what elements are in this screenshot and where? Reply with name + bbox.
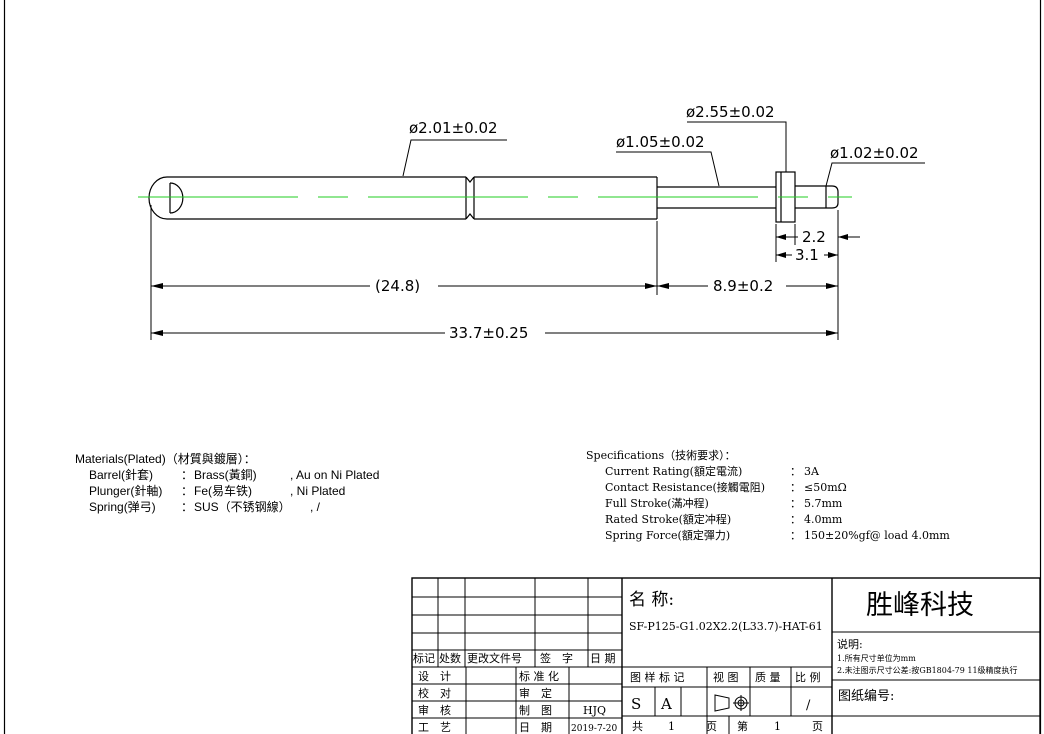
spec-sep: ：	[790, 465, 801, 478]
name-label: 名 称:	[629, 590, 674, 610]
dim-collar-diameter: ø2.55±0.02	[686, 103, 775, 121]
mark-value: S	[631, 695, 641, 713]
sign-label: 日 期	[519, 721, 552, 734]
notes-title: 说明:	[837, 637, 863, 651]
page-no: 1	[774, 720, 781, 733]
company-name: 胜峰科技	[866, 590, 974, 621]
mark-label: 视 图	[713, 670, 739, 684]
rev-header: 日 期	[590, 652, 616, 665]
mark-label: 质 量	[755, 671, 781, 684]
material-plating: , Ni Plated	[290, 484, 345, 498]
spec-value: 4.0mm	[804, 513, 843, 526]
page-no-label: 第	[737, 719, 748, 733]
dim-length-3-1: 3.1	[795, 246, 819, 264]
spec-value: ≤50mΩ	[804, 481, 847, 494]
spec-label: Full Stroke(滿冲程)	[605, 496, 709, 510]
page-unit: 页	[812, 720, 823, 733]
page-unit: 页	[706, 720, 717, 733]
dim-plunger-length: 8.9±0.2	[713, 277, 773, 295]
drawing-no-label: 图纸编号:	[838, 689, 894, 704]
drawing-sheet: ø2.01±0.02 ø1.05±0.02 ø2.55±0.02 ø1.02±0…	[3, 0, 1042, 734]
projection-symbol-icon	[714, 694, 749, 712]
material-sep: ：	[181, 468, 193, 482]
crimp-groove-bottom	[465, 213, 475, 220]
dim-barrel-length: (24.8)	[375, 277, 420, 295]
rev-header: 标记	[413, 651, 435, 665]
spec-label: Contact Resistance(接觸電阻)	[605, 480, 765, 494]
crimp-groove-top	[465, 176, 475, 183]
sign-label: 审 核	[418, 703, 451, 717]
page-total: 1	[668, 720, 675, 733]
material-part: Barrel(針套)	[89, 467, 153, 482]
dim-barrel-diameter: ø2.01±0.02	[409, 119, 498, 137]
mark-value: /	[806, 698, 811, 713]
sign-label: 标 准 化	[519, 669, 559, 683]
sheet-border	[3, 0, 1042, 734]
sign-label: 校 对	[418, 686, 451, 700]
drafter-value: HJQ	[583, 704, 606, 717]
spec-value: 150±20%gf@ load 4.0mm	[804, 529, 950, 542]
material-plating: , /	[310, 500, 321, 514]
mark-label: 比 例	[795, 670, 821, 684]
spec-sep: ：	[790, 529, 801, 542]
spec-sep: ：	[790, 497, 801, 510]
title-block-texts: 标记 处数 更改文件号 签 字 日 期 设 计 标 准 化 校 对 审 定 审 …	[413, 590, 1018, 734]
material-sep: ：	[181, 500, 193, 514]
material-part: Spring(弹弓)	[89, 500, 156, 514]
spec-label: Rated Stroke(額定冲程)	[605, 512, 731, 526]
materials-block: Materials(Plated)（材質與鍍層）： Barrel(針套) ： B…	[75, 451, 379, 514]
material-name: SUS（不锈钢線）	[194, 499, 291, 514]
rev-header: 签 字	[540, 651, 573, 665]
material-name: Fe(易车铁)	[194, 483, 252, 498]
spec-value: 3A	[804, 465, 820, 478]
rev-header: 处数	[439, 652, 461, 665]
spec-label: Spring Force(額定彈力)	[605, 528, 730, 542]
material-plating: , Au on Ni Plated	[290, 468, 379, 482]
mark-label: 图 样 标 记	[630, 670, 685, 684]
sign-label: 审 定	[519, 686, 552, 700]
leader-tip-diameter	[825, 162, 925, 187]
material-part: Plunger(針軸)	[89, 483, 162, 498]
barrel-end-inner-arc	[169, 182, 184, 214]
dim-total-length: 33.7±0.25	[449, 324, 528, 342]
materials-title: Materials(Plated)（材質與鍍層）：	[75, 451, 256, 466]
spec-sep: ：	[790, 513, 801, 526]
leader-barrel-diameter	[402, 139, 507, 177]
specifications-title: Specifications（技術要求）：	[586, 449, 736, 462]
sign-label: 设 计	[418, 670, 451, 683]
barrel-rounded-end	[148, 176, 168, 220]
leader-plunger-diameter	[616, 151, 720, 187]
dim-length-2-2: 2.2	[802, 228, 826, 246]
mark-value: A	[660, 695, 672, 713]
material-sep: ：	[181, 484, 193, 498]
part-number: SF-P125-G1.02X2.2(L33.7)-HAT-61	[629, 620, 823, 633]
sign-label: 工 艺	[418, 721, 451, 734]
spec-label: Current Rating(額定電流)	[605, 464, 742, 478]
spec-value: 5.7mm	[804, 497, 843, 510]
material-name: Brass(黃銅)	[194, 468, 257, 482]
page-total-label: 共	[632, 720, 643, 733]
note-line: 2.未注图示尺寸公差:按GB1804-79 11级精度执行	[837, 665, 1018, 675]
note-line: 1.所有尺寸单位为mm	[837, 653, 916, 663]
sign-label: 制 图	[519, 704, 552, 717]
date-value: 2019-7-20	[571, 724, 617, 734]
dim-plunger-diameter: ø1.05±0.02	[616, 133, 705, 151]
rev-header: 更改文件号	[467, 651, 522, 665]
specifications-block: Specifications（技術要求）： Current Rating(額定電…	[586, 449, 950, 542]
spec-sep: ：	[790, 481, 801, 494]
dim-tip-diameter: ø1.02±0.02	[830, 144, 919, 162]
